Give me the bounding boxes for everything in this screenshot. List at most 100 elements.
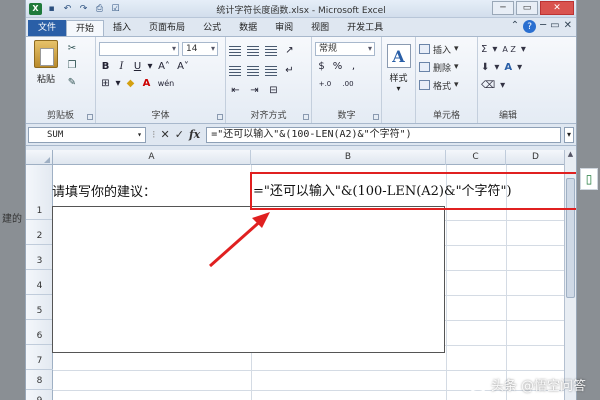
number-launcher-icon[interactable] (373, 114, 379, 120)
row-header-4[interactable]: 4 (26, 270, 53, 295)
tab-developer[interactable]: 开发工具 (338, 20, 392, 36)
tab-formulas[interactable]: 公式 (194, 20, 230, 36)
close-button[interactable]: ✕ (540, 1, 574, 15)
group-label-font: 字体 (151, 111, 170, 121)
scroll-up-icon[interactable]: ▲ (565, 150, 576, 162)
tab-file[interactable]: 文件 (28, 20, 67, 36)
clipboard-launcher-icon[interactable] (87, 114, 93, 120)
italic-button[interactable]: I (115, 60, 128, 73)
phonetic-button[interactable]: wén (156, 77, 176, 90)
font-size-combo[interactable]: 14 (182, 42, 218, 56)
alignment-launcher-icon[interactable] (303, 114, 309, 120)
formula-input[interactable]: ="还可以输入"&(100-LEN(A2)&"个字符") (206, 126, 561, 143)
tab-insert[interactable]: 插入 (104, 20, 140, 36)
group-label-clipboard: 剪贴板 (46, 111, 74, 121)
min-doc-icon[interactable]: ─ (540, 20, 546, 33)
tab-review[interactable]: 审阅 (266, 20, 302, 36)
name-box[interactable]: SUM ▾ (28, 126, 146, 143)
format-cells-icon (419, 80, 430, 90)
row-header-1[interactable]: 1 (26, 165, 53, 220)
tab-right-controls: ⌃ ? ─ ▭ ✕ (511, 20, 572, 33)
minimize-button[interactable]: ─ (492, 1, 514, 15)
percent-button[interactable]: % (331, 60, 344, 73)
side-tool-icon[interactable]: ▯ (580, 168, 598, 190)
delete-cells-button[interactable]: 删除 ▾ (419, 60, 474, 74)
column-header-a[interactable]: A (53, 150, 251, 165)
insert-function-button[interactable]: fx (189, 128, 200, 141)
comma-button[interactable]: , (347, 60, 360, 73)
expand-formula-icon[interactable]: ▾ (564, 126, 574, 143)
row-header-8[interactable]: 8 (26, 370, 53, 390)
cell-a1[interactable]: 请填写你的建议： (52, 181, 156, 200)
underline-dropdown-icon[interactable]: ▾ (147, 60, 153, 73)
row-header-3[interactable]: 3 (26, 245, 53, 270)
clear-icon[interactable]: ⌫ (481, 80, 495, 91)
align-bottom-icon[interactable] (265, 45, 277, 56)
font-launcher-icon[interactable] (217, 114, 223, 120)
styles-icon[interactable]: A (386, 44, 411, 68)
red-arrow-icon (209, 212, 270, 268)
increase-indent-icon[interactable]: ⇥ (248, 84, 261, 97)
delete-cells-icon (419, 62, 430, 72)
confirm-formula-button[interactable]: ✓ (175, 128, 184, 141)
format-cells-button[interactable]: 格式 ▾ (419, 78, 474, 92)
column-header-d[interactable]: D (506, 150, 566, 165)
restore-button[interactable]: ▭ (516, 1, 538, 15)
font-color-button[interactable]: A (140, 77, 153, 90)
autosum-button[interactable]: Σ (481, 44, 487, 55)
row-header-6[interactable]: 6 (26, 320, 53, 345)
align-middle-icon[interactable] (247, 45, 259, 56)
row-header-9[interactable]: 9 (26, 390, 53, 400)
select-all-button[interactable] (26, 150, 53, 165)
sort-filter-button[interactable]: A Z (502, 45, 516, 54)
decrease-decimal-button[interactable]: .00 (338, 77, 358, 90)
group-number: 常规 $ % , +.0 .00 数字 (312, 37, 382, 123)
row-header-2[interactable]: 2 (26, 220, 53, 245)
format-painter-icon[interactable]: ✎ (66, 76, 78, 88)
increase-decimal-button[interactable]: +.0 (315, 77, 335, 90)
wrap-text-icon[interactable]: ↵ (283, 64, 296, 77)
merge-center-icon[interactable]: ⊟ (267, 84, 280, 97)
row-header-5[interactable]: 5 (26, 295, 53, 320)
find-select-button[interactable]: A (504, 62, 512, 73)
align-left-icon[interactable] (229, 65, 241, 76)
align-center-icon[interactable] (247, 65, 259, 76)
border-icon[interactable]: ⊞ (99, 77, 112, 90)
styles-button-label[interactable]: 样式 (389, 71, 407, 84)
fill-icon[interactable]: ⬇ (481, 62, 489, 73)
group-label-editing: 编辑 (498, 111, 517, 121)
styles-dropdown-icon[interactable]: ▾ (396, 84, 400, 93)
cancel-formula-button[interactable]: ✕ (161, 128, 170, 141)
insert-cells-button[interactable]: 插入 ▾ (419, 42, 474, 56)
cut-icon[interactable]: ✂ (66, 42, 78, 54)
number-format-combo[interactable]: 常规 (315, 42, 375, 56)
column-header-c[interactable]: C (446, 150, 506, 165)
collapse-ribbon-icon[interactable]: ⌃ (511, 20, 519, 33)
row-header-7[interactable]: 7 (26, 345, 53, 370)
tab-page-layout[interactable]: 页面布局 (140, 20, 194, 36)
decrease-indent-icon[interactable]: ⇤ (229, 84, 242, 97)
help-icon[interactable]: ? (523, 20, 537, 33)
align-top-icon[interactable] (229, 45, 241, 56)
shrink-font-button[interactable]: A˅ (175, 60, 191, 73)
close-doc-icon[interactable]: ✕ (564, 20, 572, 33)
copy-icon[interactable]: ❐ (66, 59, 78, 71)
restore-doc-icon[interactable]: ▭ (550, 20, 559, 33)
ribbon-home: 粘贴 ✂ ❐ ✎ 剪贴板 14 B I U ▾ A˄ A˅ (26, 36, 576, 124)
orientation-icon[interactable]: ↗ (283, 44, 296, 57)
border-dropdown-icon[interactable]: ▾ (115, 77, 121, 90)
fill-color-icon[interactable]: ◆ (124, 77, 137, 90)
tab-data[interactable]: 数据 (230, 20, 266, 36)
tab-view[interactable]: 视图 (302, 20, 338, 36)
bold-button[interactable]: B (99, 60, 112, 73)
tab-home[interactable]: 开始 (66, 20, 105, 36)
column-header-b[interactable]: B (251, 150, 446, 165)
currency-icon[interactable]: $ (315, 60, 328, 73)
underline-button[interactable]: U (131, 60, 144, 73)
align-right-icon[interactable] (265, 65, 277, 76)
insert-cells-icon (419, 44, 430, 54)
group-editing: Σ ▾ A Z ▾ ⬇ ▾ A ▾ ⌫ ▾ 编辑 (478, 37, 538, 123)
name-box-dropdown-icon[interactable]: ▾ (137, 128, 142, 142)
grow-font-button[interactable]: A˄ (156, 60, 172, 73)
font-name-combo[interactable] (99, 42, 179, 56)
